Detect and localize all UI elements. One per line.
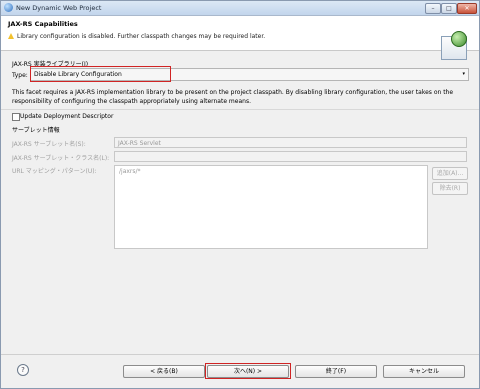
url-mapping-list[interactable]: /jaxrs/*: [114, 165, 428, 249]
window-title: New Dynamic Web Project: [16, 4, 102, 12]
chevron-down-icon[interactable]: ▾: [462, 69, 465, 80]
servlet-class-field[interactable]: [114, 151, 467, 162]
minimize-button[interactable]: –: [425, 3, 441, 14]
servlet-name-field[interactable]: JAX-RS Servlet: [114, 137, 467, 148]
update-descriptor-label[interactable]: Update Deployment Descriptor: [20, 113, 113, 120]
servlet-group-label: サーブレット情報: [12, 127, 60, 134]
maximize-button[interactable]: □: [441, 3, 457, 14]
list-item[interactable]: /jaxrs/*: [119, 168, 141, 175]
remove-mapping-button[interactable]: 除去(R): [432, 182, 468, 195]
footer-divider: [1, 354, 479, 355]
back-button[interactable]: < 戻る(B): [123, 365, 205, 378]
close-button[interactable]: ✕: [457, 3, 477, 14]
eclipse-icon: [4, 3, 13, 12]
help-icon[interactable]: ?: [17, 364, 29, 376]
servlet-name-label: JAX-RS サーブレット名(S):: [12, 141, 86, 148]
type-highlight-box: [30, 66, 171, 82]
next-highlight-box: [205, 363, 291, 379]
wizard-content: JAX-RS 実装ライブラリー(I) Type: Disable Library…: [1, 51, 479, 351]
add-mapping-button[interactable]: 追加(A)...: [432, 167, 468, 180]
header-message: Library configuration is disabled. Furth…: [17, 33, 266, 40]
url-mapping-label: URL マッピング・パターン(U):: [12, 168, 97, 175]
update-descriptor-checkbox[interactable]: [12, 113, 20, 121]
servlet-class-label: JAX-RS サーブレット・クラス名(L):: [12, 155, 110, 162]
wizard-header: JAX-RS Capabilities Library configuratio…: [1, 16, 479, 60]
globe-icon: [451, 31, 467, 47]
finish-button[interactable]: 終了(F): [295, 365, 377, 378]
cancel-button[interactable]: キャンセル: [383, 365, 465, 378]
type-label: Type:: [12, 72, 28, 79]
facet-description: This facet requires a JAX-RS implementat…: [12, 89, 454, 105]
page-title: JAX-RS Capabilities: [8, 20, 78, 28]
warning-icon: [8, 33, 14, 39]
divider: [1, 109, 479, 110]
title-bar[interactable]: New Dynamic Web Project – □ ✕: [1, 1, 479, 16]
dialog-window: New Dynamic Web Project – □ ✕ JAX-RS Cap…: [0, 0, 480, 389]
